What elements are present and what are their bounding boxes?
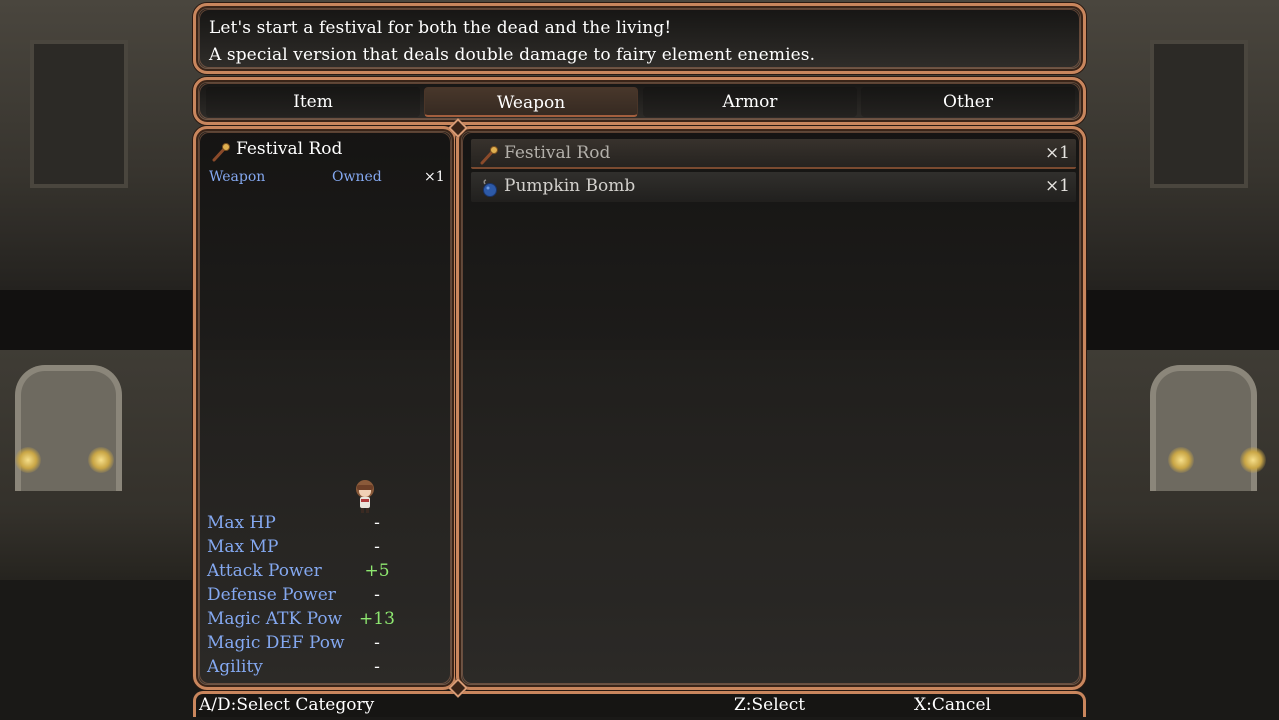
stat-row-agility: Agility - [207,657,447,681]
category-window: Item Weapon Armor Other [193,77,1086,125]
stat-row-defense-power: Defense Power - [207,585,447,609]
item-type-label: Weapon [209,169,266,185]
stat-value: - [374,585,380,605]
selected-item-name: Festival Rod [236,139,343,159]
stat-row-max-mp: Max MP - [207,537,447,561]
character-sprite-icon [356,480,374,513]
button-hint-bar: A/D:Select Category Z:Select X:Cancel [193,691,1086,717]
tab-item[interactable]: Item [206,87,420,117]
stat-value: - [374,513,380,533]
help-text-line-2: A special version that deals double dama… [209,45,816,65]
rod-icon [212,143,230,162]
stat-row-magic-def: Magic DEF Pow - [207,633,447,657]
select-category-hint[interactable]: A/D:Select Category [199,695,374,715]
stat-label: Magic ATK Pow [207,609,343,629]
stat-value: +13 [359,609,395,629]
rod-icon [480,146,498,165]
tab-armor[interactable]: Armor [643,87,857,117]
stat-value: - [374,537,380,557]
item-list-window: Festival Rod ×1 Pumpkin Bomb ×1 [456,126,1086,690]
stat-row-magic-atk: Magic ATK Pow +13 [207,609,447,633]
stat-label: Defense Power [207,585,336,605]
bomb-icon [483,179,497,197]
item-count: ×1 [1044,176,1070,196]
list-item-festival-rod[interactable]: Festival Rod ×1 [471,139,1076,169]
stat-label: Attack Power [207,561,322,581]
owned-count: ×1 [424,169,445,185]
item-status-window: Festival Rod Weapon Owned ×1 Max HP - Ma… [193,126,457,690]
tab-weapon[interactable]: Weapon [424,87,638,117]
owned-label: Owned [332,169,382,185]
list-item-pumpkin-bomb[interactable]: Pumpkin Bomb ×1 [471,172,1076,202]
tab-other[interactable]: Other [861,87,1075,117]
cancel-hint[interactable]: X:Cancel [914,695,991,715]
stat-row-attack-power: Attack Power +5 [207,561,447,585]
stat-value: - [374,633,380,653]
stat-row-max-hp: Max HP - [207,513,447,537]
stat-label: Agility [207,657,263,677]
item-name: Pumpkin Bomb [504,176,636,196]
stat-value: +5 [364,561,390,581]
item-count: ×1 [1044,143,1070,163]
stat-label: Max MP [207,537,279,557]
item-name: Festival Rod [504,143,611,163]
help-text-line-1: Let's start a festival for both the dead… [209,18,672,38]
stat-value: - [374,657,380,677]
help-window: Let's start a festival for both the dead… [193,3,1086,74]
stat-label: Max HP [207,513,276,533]
stat-label: Magic DEF Pow [207,633,345,653]
select-hint[interactable]: Z:Select [734,695,805,715]
